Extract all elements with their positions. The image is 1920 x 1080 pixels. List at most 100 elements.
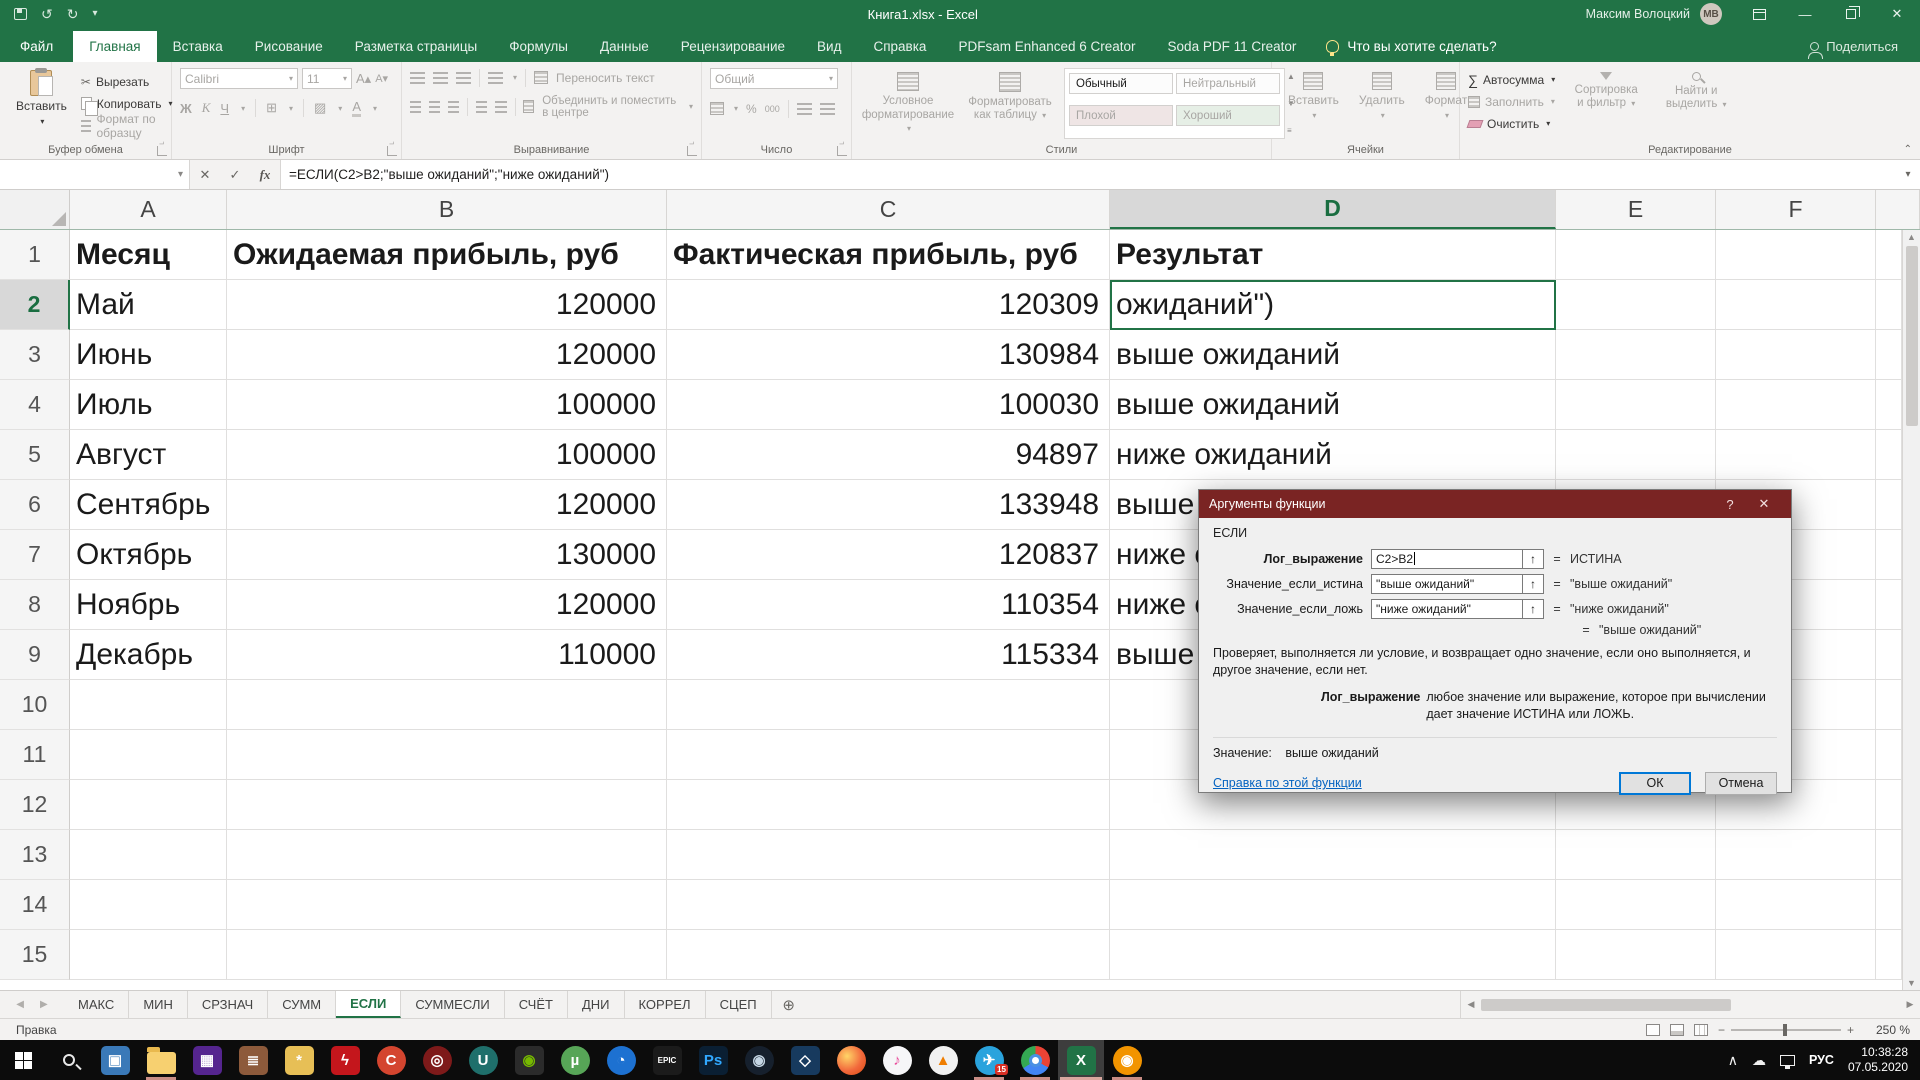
select-all-corner[interactable] <box>0 190 70 229</box>
save-icon[interactable] <box>14 8 27 20</box>
scroll-right-icon[interactable]: ▶ <box>1900 999 1920 1010</box>
borders-icon[interactable]: ⊞ <box>266 100 277 116</box>
cell-C1[interactable]: Фактическая прибыль, руб <box>667 230 1110 280</box>
tab-pdfsam[interactable]: PDFsam Enhanced 6 Creator <box>942 31 1151 62</box>
italic-button[interactable]: К <box>202 100 211 116</box>
cell-A3[interactable]: Июнь <box>70 330 227 380</box>
horizontal-scroll-thumb[interactable] <box>1481 999 1731 1011</box>
cell-A11[interactable] <box>70 730 227 780</box>
shrink-font-icon[interactable]: А▾ <box>375 72 388 85</box>
close-icon[interactable]: ✕ <box>1874 0 1920 28</box>
nvidia-icon[interactable]: ◉ <box>506 1040 552 1080</box>
vertical-scrollbar[interactable]: ▲ ▼ <box>1902 230 1920 990</box>
cell-E4[interactable] <box>1556 380 1716 430</box>
sheet-tab-srznach[interactable]: СРЗНАЧ <box>188 991 268 1018</box>
cell-B13[interactable] <box>227 830 667 880</box>
row-header-12[interactable]: 12 <box>0 780 70 830</box>
cpu-z-icon[interactable]: ▦ <box>184 1040 230 1080</box>
zoom-level[interactable]: 250 % <box>1864 1023 1910 1037</box>
cell-B7[interactable]: 130000 <box>227 530 667 580</box>
epic-games-icon[interactable]: EPIC <box>644 1040 690 1080</box>
scroll-down-icon[interactable]: ▼ <box>1907 978 1916 988</box>
cell-F5[interactable] <box>1716 430 1876 480</box>
formula-input[interactable]: =ЕСЛИ(C2>B2;"выше ожиданий";"ниже ожидан… <box>280 160 1896 189</box>
cell-A12[interactable] <box>70 780 227 830</box>
cell-D15[interactable] <box>1110 930 1556 980</box>
collapse-dialog-icon-log[interactable]: ↑ <box>1523 549 1544 569</box>
winrar-icon[interactable]: ≣ <box>230 1040 276 1080</box>
orientation-icon[interactable] <box>488 72 503 84</box>
cell-F1[interactable] <box>1716 230 1876 280</box>
cell-B5[interactable]: 100000 <box>227 430 667 480</box>
collapse-dialog-icon-false[interactable]: ↑ <box>1523 599 1544 619</box>
number-dialog-launcher-icon[interactable] <box>837 146 847 156</box>
clipboard-dialog-launcher-icon[interactable] <box>157 146 167 156</box>
cell-B15[interactable] <box>227 930 667 980</box>
user-name[interactable]: Максим Волоцкий <box>1586 7 1690 21</box>
cell-F3[interactable] <box>1716 330 1876 380</box>
tab-help[interactable]: Справка <box>857 31 942 62</box>
network-icon[interactable] <box>1780 1055 1795 1066</box>
cell-B3[interactable]: 120000 <box>227 330 667 380</box>
column-header-F[interactable]: F <box>1716 190 1876 229</box>
new-sheet-icon[interactable]: ⊕ <box>772 991 806 1018</box>
row-header-14[interactable]: 14 <box>0 880 70 930</box>
cell-A9[interactable]: Декабрь <box>70 630 227 680</box>
row-header-3[interactable]: 3 <box>0 330 70 380</box>
tab-data[interactable]: Данные <box>584 31 665 62</box>
cell-B4[interactable]: 100000 <box>227 380 667 430</box>
align-top-icon[interactable] <box>410 72 425 84</box>
clock[interactable]: 10:38:28 07.05.2020 <box>1848 1045 1908 1075</box>
delete-cells-button[interactable]: Удалить▾ <box>1351 68 1413 139</box>
cell-C9[interactable]: 115334 <box>667 630 1110 680</box>
tab-formulas[interactable]: Формулы <box>493 31 584 62</box>
dialog-help-icon[interactable]: ? <box>1713 497 1747 512</box>
tab-view[interactable]: Вид <box>801 31 857 62</box>
enter-entry-icon[interactable]: ✓ <box>220 160 250 189</box>
cell-A10[interactable] <box>70 680 227 730</box>
dialog-title-bar[interactable]: Аргументы функции ? ✕ <box>1199 490 1791 518</box>
comma-style-icon[interactable]: 000 <box>765 104 780 114</box>
iobit-icon[interactable]: ◎ <box>414 1040 460 1080</box>
wrap-text-label[interactable]: Переносить текст <box>556 71 655 85</box>
next-sheet-icon[interactable]: ▶ <box>40 999 48 1010</box>
cell-A2[interactable]: Май <box>70 280 227 330</box>
cell-A1[interactable]: Месяц <box>70 230 227 280</box>
excel-icon[interactable]: X <box>1058 1040 1104 1080</box>
cell-A8[interactable]: Ноябрь <box>70 580 227 630</box>
cell-D2[interactable]: ожиданий") <box>1110 280 1556 330</box>
collapse-dialog-icon-true[interactable]: ↑ <box>1523 574 1544 594</box>
increase-indent-icon[interactable] <box>495 101 506 113</box>
underline-button[interactable]: Ч <box>220 101 229 116</box>
insert-cells-button[interactable]: Вставить▾ <box>1280 68 1347 139</box>
restore-icon[interactable] <box>1828 0 1874 28</box>
sort-filter-button[interactable]: Сортировка и фильтр ▾ <box>1565 68 1647 139</box>
cell-C2[interactable]: 120309 <box>667 280 1110 330</box>
format-painter-button[interactable]: Формат по образцу <box>81 116 173 135</box>
argument-input-false[interactable]: "ниже ожиданий" <box>1371 599 1523 619</box>
cell-B1[interactable]: Ожидаемая прибыль, руб <box>227 230 667 280</box>
tab-page-layout[interactable]: Разметка страницы <box>339 31 493 62</box>
xnview-icon[interactable]: ◉ <box>1104 1040 1150 1080</box>
driver-booster-icon[interactable]: ϟ <box>322 1040 368 1080</box>
cell-F4[interactable] <box>1716 380 1876 430</box>
utorrent-icon[interactable]: µ <box>552 1040 598 1080</box>
customize-qat-icon[interactable]: ▾ <box>92 9 97 19</box>
tab-draw[interactable]: Рисование <box>239 31 339 62</box>
onedrive-cloud-icon[interactable]: ☁ <box>1752 1052 1766 1069</box>
cell-B6[interactable]: 120000 <box>227 480 667 530</box>
cell-F15[interactable] <box>1716 930 1876 980</box>
telegram-icon[interactable]: ✈15 <box>966 1040 1012 1080</box>
row-header-8[interactable]: 8 <box>0 580 70 630</box>
cell-B2[interactable]: 120000 <box>227 280 667 330</box>
avatar[interactable]: МВ <box>1700 3 1722 25</box>
tab-file[interactable]: Файл <box>0 31 73 62</box>
cell-E2[interactable] <box>1556 280 1716 330</box>
cell-D14[interactable] <box>1110 880 1556 930</box>
fill-button[interactable]: Заполнить▾ <box>1468 92 1555 111</box>
sheet-tab-schet[interactable]: СЧЁТ <box>505 991 568 1018</box>
zoom-slider[interactable]: − + <box>1718 1023 1854 1037</box>
font-family-select[interactable]: Calibri▾ <box>180 68 298 89</box>
merge-center-label[interactable]: Объединить и поместить в центре <box>542 95 679 119</box>
cell-A5[interactable]: Август <box>70 430 227 480</box>
